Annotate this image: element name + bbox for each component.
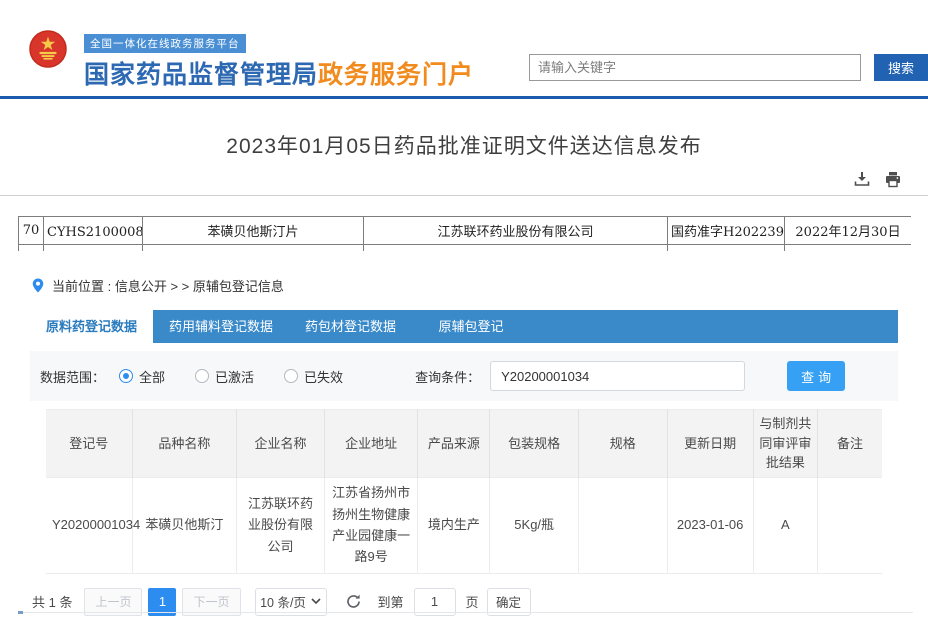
- delivery-date: 2022年12月30日: [785, 217, 912, 245]
- breadcrumb-text: 当前位置 : 信息公开 > > 原辅包登记信息: [52, 276, 284, 295]
- tab-bar: 原料药登记数据 药用辅料登记数据 药包材登记数据 原辅包登记: [30, 310, 898, 343]
- delivery-row-clipped: [19, 245, 912, 252]
- radio-activated[interactable]: 已激活: [195, 367, 254, 386]
- col-remark: 备注: [818, 410, 882, 478]
- col-variety-name: 品种名称: [132, 410, 237, 478]
- delivery-row: 70 CYHS2100008国 苯磺贝他斯汀片 江苏联环药业股份有限公司 国药准…: [19, 217, 912, 245]
- cell-company-address: 江苏省扬州市扬州生物健康产业园健康一路9号: [324, 477, 418, 573]
- registry-table: 登记号 品种名称 企业名称 企业地址 产品来源 包装规格 规格 更新日期 与制剂…: [46, 409, 882, 574]
- col-registration-no: 登记号: [46, 410, 132, 478]
- radio-expired[interactable]: 已失效: [284, 367, 343, 386]
- query-button[interactable]: 查询: [787, 361, 845, 391]
- location-pin-icon: [31, 277, 45, 294]
- download-icon: [853, 171, 871, 188]
- col-company-name: 企业名称: [237, 410, 325, 478]
- query-label: 查询条件：: [415, 367, 480, 386]
- platform-badge: 全国一体化在线政务服务平台: [84, 34, 246, 53]
- radio-dot-icon: [284, 369, 298, 383]
- goto-unit: 页: [466, 592, 479, 611]
- radio-expired-label: 已失效: [304, 367, 343, 386]
- cell-company-name: 江苏联环药业股份有限公司: [237, 477, 325, 573]
- registry-header-row: 登记号 品种名称 企业名称 企业地址 产品来源 包装规格 规格 更新日期 与制剂…: [46, 410, 882, 478]
- radio-activated-label: 已激活: [215, 367, 254, 386]
- col-company-address: 企业地址: [324, 410, 418, 478]
- tab-raw-material-data[interactable]: 原料药登记数据: [30, 310, 153, 343]
- total-count: 共 1 条: [32, 592, 72, 611]
- refresh-icon: [345, 593, 362, 610]
- delivery-index: 70: [19, 217, 44, 245]
- delivery-acceptance-no: CYHS2100008国: [44, 217, 143, 245]
- delivery-drug-name: 苯磺贝他斯汀片: [143, 217, 364, 245]
- cell-update-date: 2023-01-06: [667, 477, 753, 573]
- print-icon: [884, 171, 902, 188]
- cell-registration-no: Y20200001034: [46, 477, 132, 573]
- cell-packaging-spec: 5Kg/瓶: [490, 477, 579, 573]
- page-size-value: 10 条/页: [260, 592, 306, 611]
- col-product-source: 产品来源: [418, 410, 490, 478]
- cell-product-source: 境内生产: [418, 477, 490, 573]
- col-review-result: 与制剂共同审评审批结果: [753, 410, 817, 478]
- registry-panel: 原料药登记数据 药用辅料登记数据 药包材登记数据 原辅包登记 数据范围： 全部 …: [30, 310, 898, 616]
- query-input[interactable]: [490, 361, 745, 391]
- filter-bar: 数据范围： 全部 已激活 已失效 查询条件： 查询: [30, 351, 898, 401]
- portal-name: 政务服务门户: [318, 61, 474, 89]
- document-toolbar: [853, 171, 902, 188]
- cell-spec: [578, 477, 667, 573]
- brand-block: 全国一体化在线政务服务平台 国家药品监督管理局政务服务门户: [84, 34, 474, 91]
- refresh-button[interactable]: [345, 593, 362, 610]
- radio-all[interactable]: 全部: [119, 367, 165, 386]
- radio-dot-icon: [195, 369, 209, 383]
- tab-excipient-data[interactable]: 药用辅料登记数据: [153, 310, 289, 343]
- col-spec: 规格: [578, 410, 667, 478]
- page: 全国一体化在线政务服务平台 国家药品监督管理局政务服务门户 搜索 2023年01…: [0, 0, 928, 634]
- col-packaging-spec: 包装规格: [490, 410, 579, 478]
- delivery-table: 70 CYHS2100008国 苯磺贝他斯汀片 江苏联环药业股份有限公司 国药准…: [18, 216, 911, 251]
- national-emblem-logo: [29, 30, 67, 68]
- page-title: 2023年01月05日药品批准证明文件送达信息发布: [0, 130, 928, 160]
- org-name: 国家药品监督管理局: [84, 61, 318, 89]
- tab-registration[interactable]: 原辅包登记: [412, 310, 530, 343]
- table-row: Y20200001034 苯磺贝他斯汀 江苏联环药业股份有限公司 江苏省扬州市扬…: [46, 477, 882, 573]
- cell-remark: [818, 477, 882, 573]
- delivery-approval-no: 国药准字H20223928: [668, 217, 785, 245]
- col-update-date: 更新日期: [667, 410, 753, 478]
- breadcrumb: 当前位置 : 信息公开 > > 原辅包登记信息: [31, 276, 284, 295]
- bottom-scroll-indicator: [18, 611, 23, 614]
- chevron-down-icon: [311, 598, 321, 605]
- delivery-company: 江苏联环药业股份有限公司: [364, 217, 668, 245]
- scope-label: 数据范围：: [40, 367, 105, 386]
- cell-variety-name: 苯磺贝他斯汀: [132, 477, 237, 573]
- download-button[interactable]: [853, 171, 871, 188]
- goto-label: 到第: [378, 592, 404, 611]
- toolbar-divider: [0, 195, 928, 196]
- radio-dot-icon: [119, 369, 133, 383]
- bottom-divider: [18, 612, 913, 613]
- radio-all-label: 全部: [139, 367, 165, 386]
- search-button[interactable]: 搜索: [874, 54, 928, 81]
- header-divider: [0, 96, 928, 99]
- site-header: 全国一体化在线政务服务平台 国家药品监督管理局政务服务门户 搜索: [0, 0, 928, 96]
- tab-packaging-data[interactable]: 药包材登记数据: [289, 310, 412, 343]
- search-input[interactable]: [529, 54, 861, 81]
- cell-review-result: A: [753, 477, 817, 573]
- print-button[interactable]: [884, 171, 902, 188]
